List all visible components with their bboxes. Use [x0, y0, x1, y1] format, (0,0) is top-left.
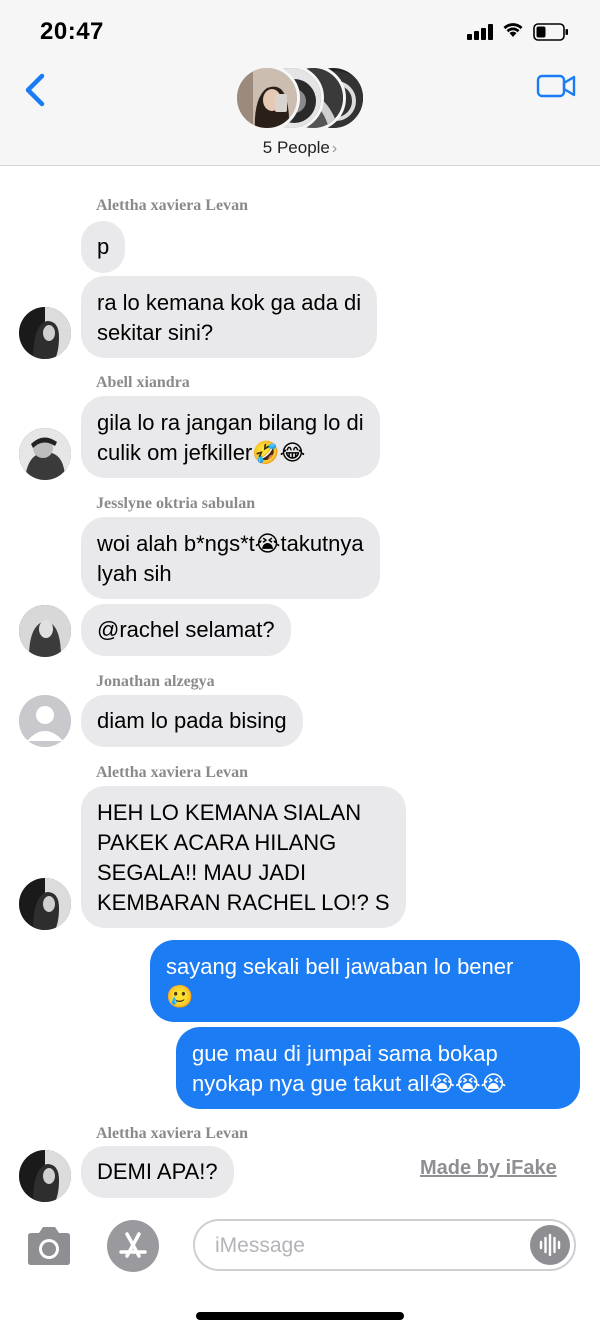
app-store-icon[interactable]: [107, 1220, 159, 1272]
message-text: ra lo kemana kok ga ada di: [97, 290, 362, 315]
participants-label[interactable]: 5 People ›: [0, 138, 600, 158]
message-text: sayang sekali bell jawaban lo bener: [166, 954, 514, 979]
group-avatar-stack[interactable]: [234, 65, 366, 131]
watermark-link[interactable]: Made by iFake: [420, 1157, 557, 1180]
message-text: p: [97, 234, 110, 259]
avatar[interactable]: [19, 695, 71, 747]
wifi-icon: [503, 23, 523, 37]
status-time: 20:47: [40, 18, 104, 45]
people-count: 5 People: [262, 138, 330, 157]
avatar[interactable]: [19, 307, 71, 359]
message-bubble[interactable]: gila lo ra jangan bilang lo di culik om …: [81, 396, 380, 478]
message-bubble[interactable]: diam lo pada bising: [81, 695, 303, 747]
signal-icon: [467, 24, 495, 40]
avatar[interactable]: [19, 428, 71, 480]
message-bubble[interactable]: p: [81, 221, 126, 273]
message-text: diam lo pada bising: [97, 708, 287, 733]
sender-name: Alettha xaviera Levan: [96, 764, 248, 781]
sender-name: Alettha xaviera Levan: [96, 197, 248, 214]
message-text: DEMI APA!?: [97, 1159, 218, 1184]
message-bubble[interactable]: woi alah b*ngs*t😭takutnya lyah sih: [81, 517, 380, 599]
home-indicator[interactable]: [196, 1312, 404, 1320]
avatar[interactable]: [19, 878, 71, 930]
video-call-icon[interactable]: [536, 72, 576, 100]
message-text: 🥲: [166, 984, 194, 1009]
avatar[interactable]: [19, 605, 71, 657]
message-bubble[interactable]: DEMI APA!?: [81, 1146, 234, 1198]
status-bar: 20:47: [0, 0, 600, 60]
message-bubble[interactable]: ra lo kemana kok ga ada di sekitar sini?: [81, 276, 378, 358]
sender-name: Alettha xaviera Levan: [96, 1125, 248, 1142]
audio-waveform-icon[interactable]: [530, 1225, 570, 1265]
camera-icon[interactable]: [24, 1224, 74, 1268]
compose-bar: [0, 1206, 600, 1333]
message-bubble[interactable]: @rachel selamat?: [81, 604, 291, 656]
group-avatar: [234, 65, 300, 131]
sender-name: Abell xiandra: [96, 374, 190, 391]
message-text: KEMBARAN RACHEL LO!? S: [97, 890, 390, 915]
message-bubble-outgoing[interactable]: sayang sekali bell jawaban lo bener 🥲: [150, 940, 580, 1022]
message-text: woi alah b*ngs*t😭takutnya: [97, 531, 364, 556]
sender-name: Jonathan alzegya: [96, 673, 215, 690]
message-text: culik om jefkiller🤣😂: [97, 440, 306, 465]
message-text: HEH LO KEMANA SIALAN: [97, 800, 362, 825]
message-text: @rachel selamat?: [97, 617, 275, 642]
battery-icon: [533, 23, 568, 41]
back-chevron-icon[interactable]: [20, 68, 50, 112]
message-text: gila lo ra jangan bilang lo di: [97, 410, 364, 435]
conversation-header: 5 People ›: [0, 60, 600, 166]
avatar[interactable]: [19, 1150, 71, 1202]
message-bubble-outgoing[interactable]: gue mau di jumpai sama bokap nyokap nya …: [176, 1027, 580, 1109]
message-text: SEGALA!! MAU JADI: [97, 860, 307, 885]
message-bubble[interactable]: HEH LO KEMANA SIALAN PAKEK ACARA HILANG …: [81, 786, 406, 928]
message-text: gue mau di jumpai sama bokap: [192, 1041, 498, 1066]
chevron-right-icon: ›: [331, 140, 338, 157]
message-text: lyah sih: [97, 561, 172, 586]
sender-name: Jesslyne oktria sabulan: [96, 495, 256, 512]
message-text: nyokap nya gue takut all😭😭😭: [192, 1071, 507, 1096]
message-text: PAKEK ACARA HILANG: [97, 830, 337, 855]
message-input-container[interactable]: [193, 1219, 576, 1271]
message-input[interactable]: [215, 1231, 515, 1261]
message-text: sekitar sini?: [97, 320, 214, 345]
